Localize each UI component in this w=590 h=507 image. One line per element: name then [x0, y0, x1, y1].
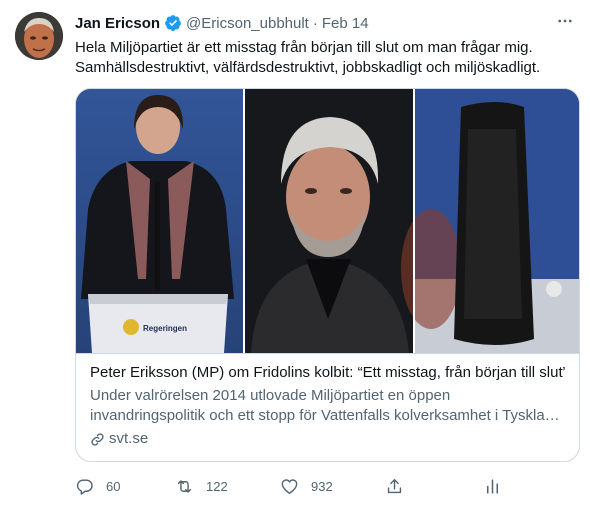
card-body: Peter Eriksson (MP) om Fridolins kolbit:…	[76, 353, 579, 449]
card-image-panel-portrait	[245, 89, 413, 353]
share-button[interactable]	[385, 472, 404, 500]
card-description-line: invandringspolitik och ett stopp för Vat…	[90, 407, 565, 424]
card-image-panel-speaker: Regeringen	[76, 89, 243, 353]
tweet-header: Jan Ericson @Ericson_ubbhult · Feb 14	[75, 13, 369, 33]
reply-button[interactable]: 60	[75, 472, 120, 500]
author-handle[interactable]: @Ericson_ubbhult	[186, 15, 309, 32]
avatar[interactable]	[15, 12, 63, 60]
card-image: Regeringen	[76, 89, 579, 353]
retweet-count: 122	[206, 478, 228, 494]
link-icon	[91, 432, 104, 446]
card-domain: svt.se	[90, 429, 565, 449]
card-image-panel-coal	[401, 89, 579, 353]
verified-badge-icon	[164, 14, 182, 32]
reply-icon	[76, 478, 93, 495]
tweet-text-line: Samhällsdestruktivt, välfärdsdestruktivt…	[75, 59, 541, 76]
tweet-text-line: Hela Miljöpartiet är ett misstag från bö…	[75, 39, 533, 56]
avatar-photo	[15, 12, 63, 60]
header-separator: ·	[312, 14, 318, 32]
card-domain-text: svt.se	[109, 430, 149, 447]
card-description-line: Under valrörelsen 2014 utlovade Miljöpar…	[90, 387, 451, 404]
retweet-icon	[177, 479, 192, 493]
analytics-button[interactable]	[483, 472, 502, 500]
tweet-text: Hela Miljöpartiet är ett misstag från bö…	[75, 38, 575, 78]
heart-icon	[281, 478, 298, 494]
author-name[interactable]: Jan Ericson	[75, 15, 160, 32]
like-button[interactable]: 932	[280, 472, 333, 500]
tweet-date[interactable]: Feb 14	[322, 15, 369, 32]
reply-count: 60	[106, 478, 121, 494]
podium-label: Regeringen	[143, 324, 187, 333]
tweet-actions: 60 122 932	[75, 472, 525, 500]
card-title: Peter Eriksson (MP) om Fridolins kolbit:…	[90, 364, 565, 381]
more-options-icon[interactable]	[554, 10, 576, 32]
share-icon	[387, 478, 402, 493]
analytics-icon	[486, 478, 499, 494]
link-card[interactable]: Regeringen Peter Eriksson (MP) om Fridol…	[75, 88, 580, 462]
like-count: 932	[311, 478, 333, 494]
card-description: Under valrörelsen 2014 utlovade Miljöpar…	[90, 386, 565, 426]
retweet-button[interactable]: 122	[175, 472, 228, 500]
